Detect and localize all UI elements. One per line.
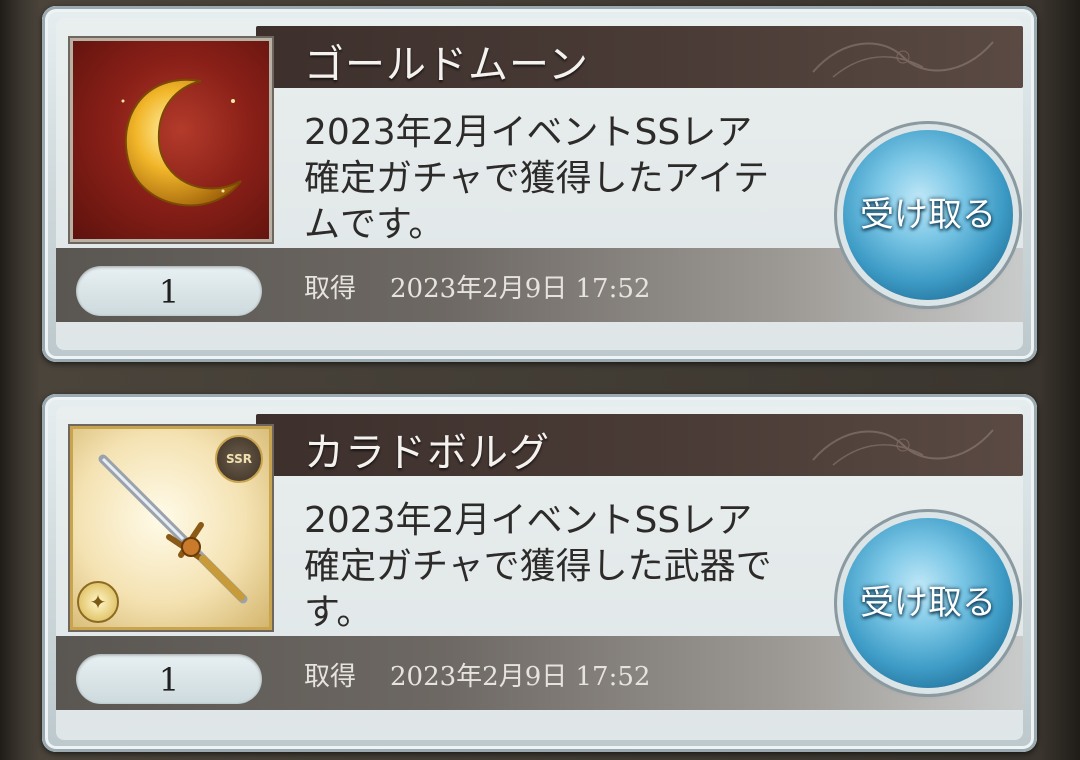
- light-element-icon: ✦: [77, 581, 119, 623]
- rarity-badge: SSR: [215, 435, 263, 483]
- description-line: ムです。: [304, 204, 445, 245]
- acquired-date: 2023年2月9日 17:52: [390, 662, 651, 692]
- description-line: 2023年2月イベントSSレア: [304, 500, 753, 541]
- receive-button[interactable]: 受け取る: [843, 130, 1013, 300]
- description-line: す。: [304, 592, 373, 633]
- present-card-inner: SSR ✦ カラドボルグ 2023年2月イベントSSレア 確定ガチャで獲得した武…: [56, 406, 1023, 740]
- present-card: SSR ✦ カラドボルグ 2023年2月イベントSSレア 確定ガチャで獲得した武…: [42, 394, 1037, 752]
- acquired-date: 2023年2月9日 17:52: [390, 274, 651, 304]
- quantity-pill: 1: [76, 266, 262, 316]
- present-card: ゴールドムーン 2023年2月イベントSSレア 確定ガチャで獲得したアイテ ムで…: [42, 6, 1037, 362]
- description-line: 2023年2月イベントSSレア: [304, 112, 753, 153]
- ornament-icon: [812, 429, 994, 466]
- ornament-icon: [812, 41, 994, 78]
- screen-background: ゴールドムーン 2023年2月イベントSSレア 確定ガチャで獲得したアイテ ムで…: [0, 0, 1080, 760]
- acquired-label: 取得: [304, 274, 357, 304]
- present-card-inner: ゴールドムーン 2023年2月イベントSSレア 確定ガチャで獲得したアイテ ムで…: [56, 18, 1023, 350]
- gold-moon-icon: [121, 78, 242, 207]
- receive-button[interactable]: 受け取る: [843, 518, 1013, 688]
- description-line: 確定ガチャで獲得したアイテ: [304, 158, 770, 199]
- item-description: 2023年2月イベントSSレア 確定ガチャで獲得した武器で す。: [304, 498, 804, 636]
- item-description: 2023年2月イベントSSレア 確定ガチャで獲得したアイテ ムです。: [304, 110, 804, 248]
- item-thumbnail[interactable]: [70, 38, 272, 242]
- acquired-label: 取得: [304, 662, 357, 692]
- item-name: ゴールドムーン: [304, 42, 589, 88]
- item-name: カラドボルグ: [304, 430, 550, 476]
- item-thumbnail[interactable]: SSR ✦: [70, 426, 272, 630]
- description-line: 確定ガチャで獲得した武器で: [304, 546, 772, 587]
- quantity-pill: 1: [76, 654, 262, 704]
